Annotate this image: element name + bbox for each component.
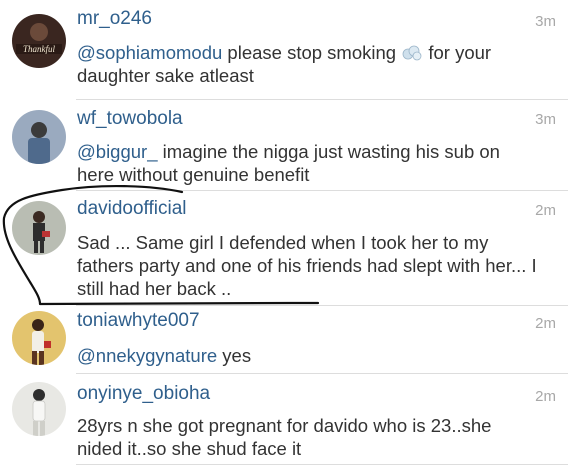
mention-link[interactable]: @sophiamomodu	[77, 42, 222, 63]
timestamp: 3m	[535, 111, 556, 128]
avatar-image	[12, 382, 66, 436]
comment-body: yes	[217, 345, 252, 366]
avatar-image	[12, 311, 66, 365]
avatar-image: Thankful	[12, 14, 66, 68]
username[interactable]: mr_o246	[77, 8, 152, 30]
username[interactable]: wf_towobola	[77, 108, 183, 130]
comment-body: Sad ... Same girl I defended when I took…	[77, 232, 537, 299]
divider	[76, 464, 568, 465]
avatar-image	[12, 201, 66, 255]
avatar-image	[12, 110, 66, 164]
avatar[interactable]	[12, 110, 66, 164]
avatar[interactable]	[12, 382, 66, 436]
avatar[interactable]	[12, 311, 66, 365]
smoke-emoji-icon	[401, 43, 423, 61]
timestamp: 2m	[535, 315, 556, 332]
comment-item: toniawhyte007 2m @nnekygynature yes	[0, 306, 568, 373]
mention-link[interactable]: @nnekygynature	[77, 345, 217, 366]
username[interactable]: davidoofficial	[77, 198, 187, 220]
comment-text: @biggur_ imagine the nigga just wasting …	[77, 140, 537, 186]
comment-body: 28yrs n she got pregnant for davido who …	[77, 415, 492, 459]
timestamp: 2m	[535, 388, 556, 405]
comment-text: @nnekygynature yes	[77, 344, 537, 367]
timestamp: 3m	[535, 13, 556, 30]
avatar[interactable]: Thankful	[12, 14, 66, 68]
comment-item: onyinye_obioha 2m 28yrs n she got pregna…	[0, 374, 568, 470]
username[interactable]: onyinye_obioha	[77, 383, 210, 405]
comment-item: davidoofficial 2m Sad ... Same girl I de…	[0, 191, 568, 306]
comment-body: please stop smoking	[222, 42, 402, 63]
comment-text: 28yrs n she got pregnant for davido who …	[77, 414, 537, 460]
mention-link[interactable]: @biggur_	[77, 141, 158, 162]
avatar-logo-text: Thankful	[23, 44, 56, 54]
comment-item: Thankful mr_o246 3m @sophiamomodu please…	[0, 0, 568, 100]
comment-text: Sad ... Same girl I defended when I took…	[77, 231, 537, 300]
timestamp: 2m	[535, 202, 556, 219]
comment-item: wf_towobola 3m @biggur_ imagine the nigg…	[0, 100, 568, 190]
avatar[interactable]	[12, 201, 66, 255]
username[interactable]: toniawhyte007	[77, 310, 200, 332]
comment-text: @sophiamomodu please stop smoking for yo…	[77, 41, 537, 87]
